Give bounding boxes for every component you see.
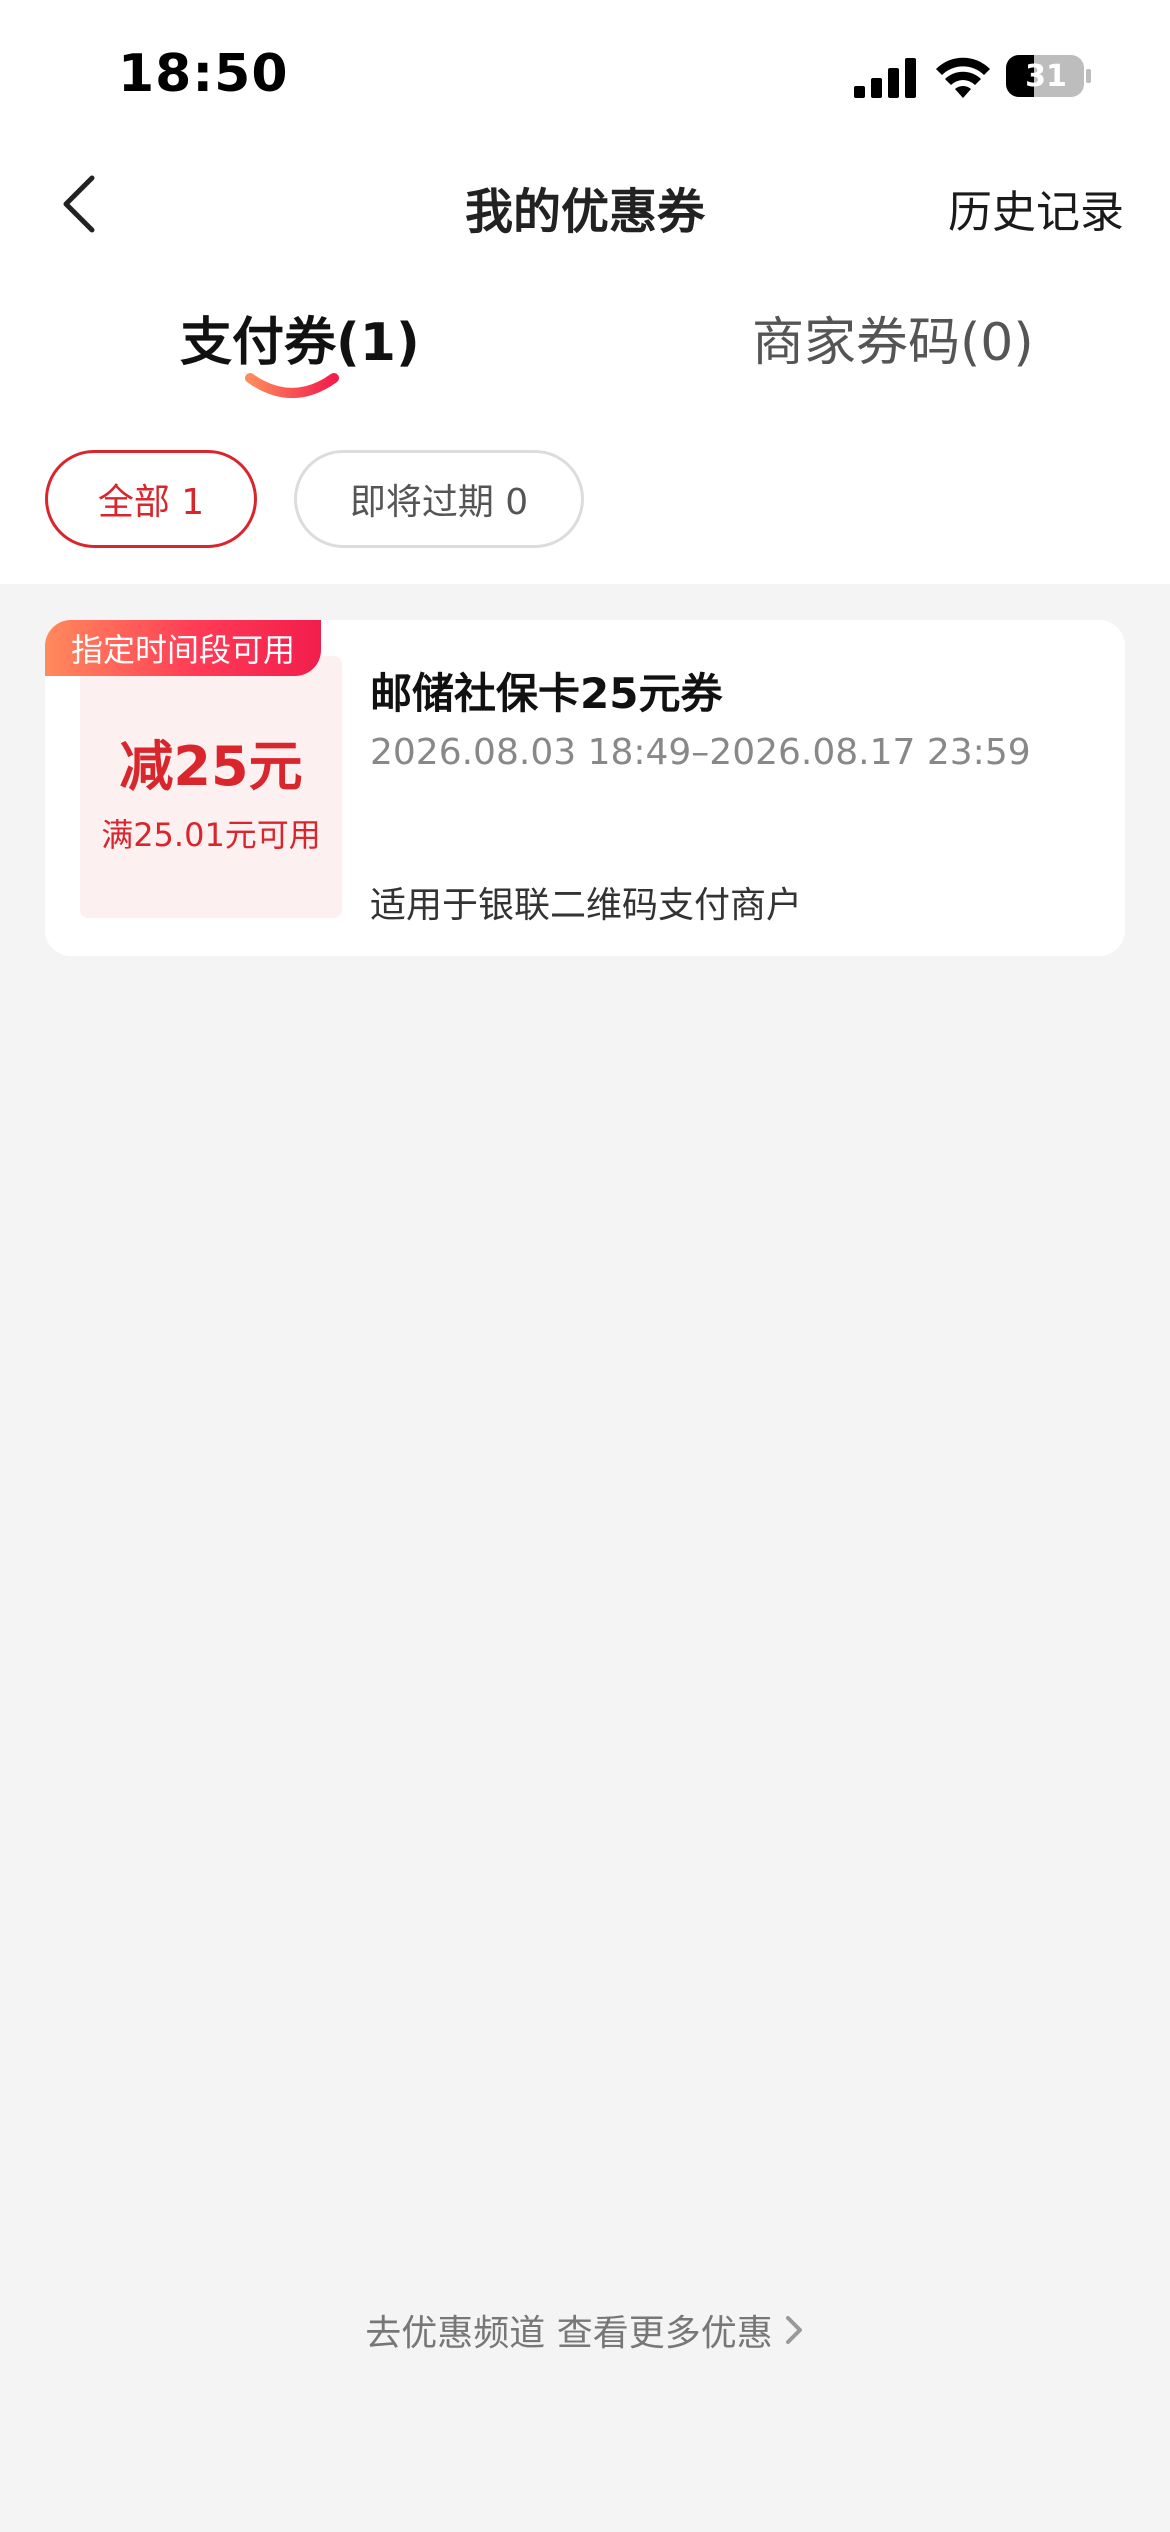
status-bar: 18:50 31 [0,0,1170,150]
coupon-amount: 减25元 [119,735,303,798]
more-offers-label: 去优惠频道 查看更多优惠 [365,2313,773,2354]
filter-expiring-chip[interactable]: 即将过期 0 [294,450,584,548]
signal-icon [854,58,916,98]
coupon-page: 18:50 31 我的优惠券 历史记录 支付券(1) 商家券码(0) 全部 1 … [0,0,1170,2532]
chevron-right-icon [785,2316,802,2344]
tab-active-indicator [245,373,339,398]
coupon-validity: 2026.08.03 18:49–2026.08.17 23:59 [370,732,1031,773]
wifi-icon [936,57,990,98]
coupon-condition: 满25.01元可用 [101,816,321,854]
coupon-name: 邮储社保卡25元券 [370,669,723,718]
battery-level: 31 [1025,58,1067,94]
filter-all-chip[interactable]: 全部 1 [45,450,257,548]
coupon-time-tag: 指定时间段可用 [45,620,321,676]
history-button[interactable]: 历史记录 [948,176,1124,240]
tab-merchant-codes[interactable]: 商家券码(0) [752,300,1034,375]
coupon-scope: 适用于银联二维码支付商户 [370,885,803,926]
status-time: 18:50 [118,44,289,104]
tab-payment-coupons[interactable]: 支付券(1) [180,300,420,375]
more-offers-link[interactable]: 去优惠频道 查看更多优惠 [0,2304,1170,2356]
